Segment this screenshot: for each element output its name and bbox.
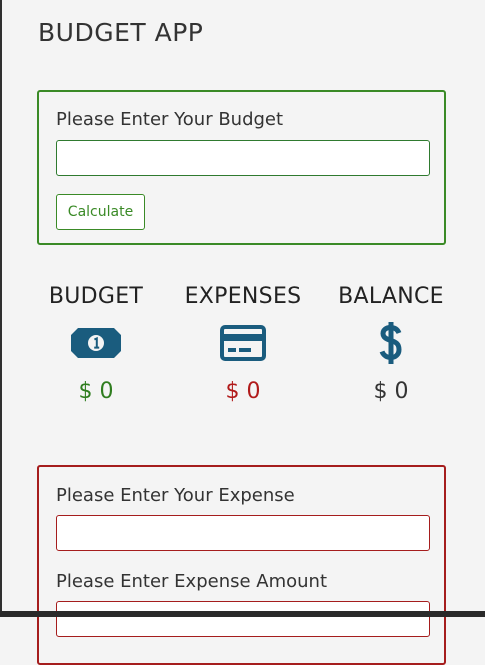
- expenses-amount: $ 0: [225, 379, 261, 404]
- budget-amount: $ 0: [78, 379, 114, 404]
- balance-amount: $ 0: [373, 379, 409, 404]
- expense-label: Please Enter Your Expense: [56, 485, 295, 506]
- expenses-summary: EXPENSES $ 0: [183, 284, 303, 404]
- window-edge: [0, 0, 2, 617]
- expenses-title: EXPENSES: [184, 284, 302, 309]
- budget-summary: BUDGET $ 0: [36, 284, 156, 404]
- expense-input[interactable]: [56, 515, 430, 551]
- balance-summary: BALANCE $ 0: [331, 284, 451, 404]
- expense-form: Please Enter Your Expense Please Enter E…: [37, 465, 446, 665]
- balance-title: BALANCE: [338, 284, 444, 309]
- budget-title: BUDGET: [48, 284, 144, 309]
- expense-amount-label: Please Enter Expense Amount: [56, 571, 328, 592]
- money-bill-icon: [36, 323, 156, 363]
- expense-amount-input[interactable]: [56, 601, 430, 637]
- budget-input[interactable]: [56, 140, 430, 176]
- calculate-button[interactable]: Calculate: [56, 194, 145, 230]
- window-bottom-edge: [0, 611, 485, 617]
- app-title: BUDGET APP: [38, 18, 204, 47]
- dollar-sign-icon: [331, 322, 451, 364]
- credit-card-icon: [183, 323, 303, 363]
- budget-form: Please Enter Your Budget Calculate: [37, 90, 446, 245]
- budget-label: Please Enter Your Budget: [56, 109, 284, 130]
